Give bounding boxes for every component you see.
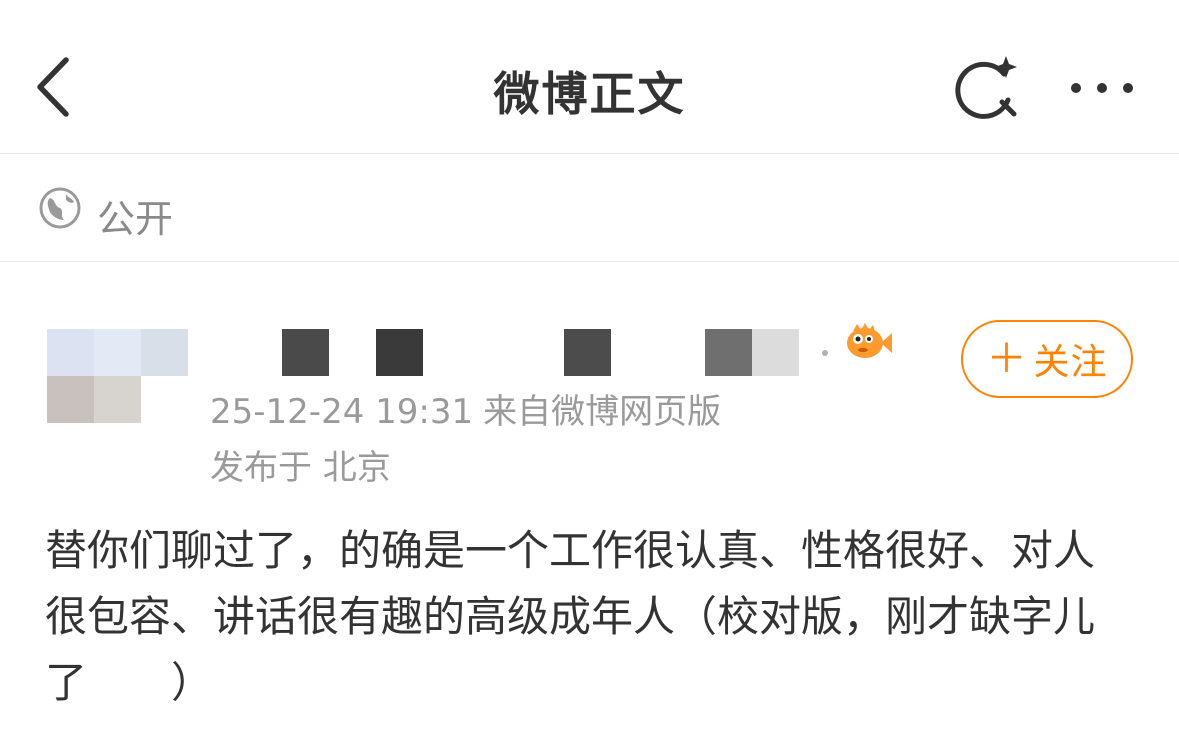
search-sparkle-icon [955, 56, 1017, 119]
post-time: 25-12-24 19:31 [210, 392, 474, 432]
more-horizontal-icon [1071, 83, 1133, 93]
post-body: 替你们聊过了，的确是一个工作很认真、性格很好、对人很包容、讲话很有趣的高级成年人… [45, 526, 1096, 707]
plus-icon: ＋ [986, 336, 1028, 382]
follow-label: 关注 [1033, 342, 1108, 383]
post-location: 发布于 北京 [210, 448, 391, 488]
fish-badge-icon [847, 323, 892, 358]
follow-button[interactable]: ＋ 关注 [961, 320, 1133, 398]
separator-dot [822, 350, 828, 356]
post-meta: 25-12-24 19:31 来自微博网页版 [210, 384, 721, 433]
search-button[interactable] [952, 52, 1024, 124]
top-bar: 微博正文 [0, 0, 1179, 154]
post-source[interactable]: 来自微博网页版 [483, 392, 721, 432]
more-options-button[interactable] [1062, 70, 1142, 106]
visibility-row [0, 154, 1179, 262]
globe-icon [39, 187, 81, 229]
username-obscured[interactable] [236, 329, 836, 376]
avatar[interactable] [47, 329, 188, 423]
visibility-label: 公开 [97, 197, 174, 241]
